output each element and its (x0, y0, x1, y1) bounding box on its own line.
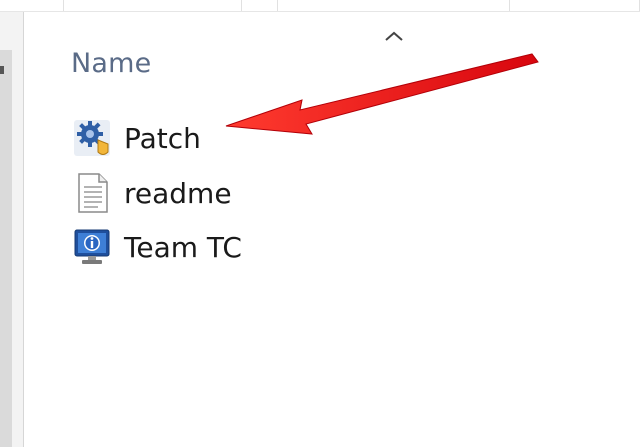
toolbar-segment (0, 0, 64, 11)
gear-installer-icon (72, 116, 112, 160)
file-row-team-tc[interactable]: Team TC (40, 221, 600, 273)
file-row-patch[interactable]: Patch (40, 112, 600, 164)
toolbar-segment (510, 0, 640, 11)
toolbar-segment (278, 0, 510, 11)
file-row-readme[interactable]: readme (40, 167, 600, 219)
file-name: Patch (124, 121, 201, 155)
navigation-scrollbar[interactable] (0, 50, 12, 447)
navigation-pane[interactable] (0, 12, 24, 447)
toolbar-segment (242, 0, 278, 11)
navigation-pane-marker (0, 66, 4, 74)
file-explorer-window: Name Patch readme Team TC (0, 0, 640, 447)
file-name: Team TC (124, 230, 242, 264)
toolbar-segment (64, 0, 242, 11)
file-name: readme (124, 176, 232, 210)
computer-info-icon (72, 225, 112, 269)
chevron-up-icon (382, 26, 406, 46)
toolbar-strip (0, 0, 640, 12)
name-column-label: Name (71, 48, 152, 79)
text-document-icon (72, 171, 112, 215)
